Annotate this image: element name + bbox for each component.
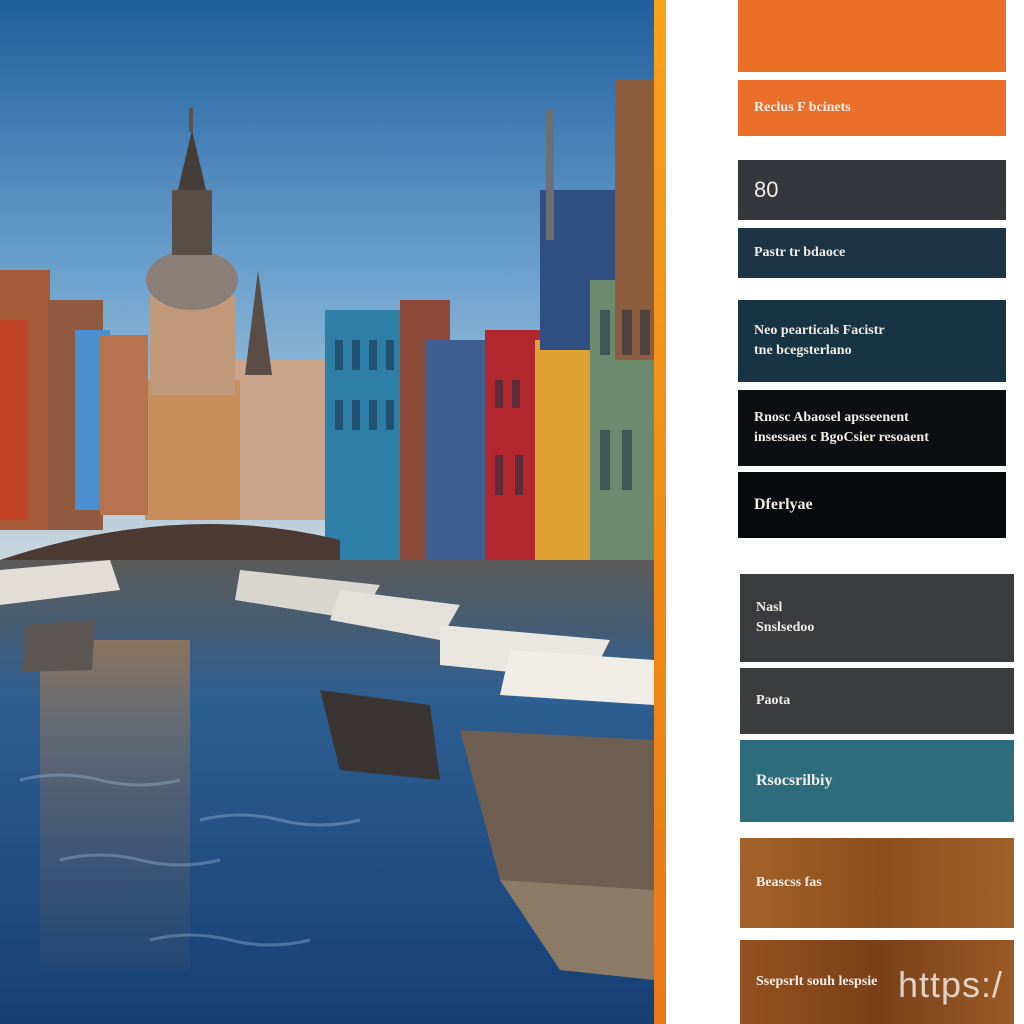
swatch-1	[738, 0, 1006, 72]
swatch-8-line-2: Snslsedoo	[756, 620, 815, 635]
swatch-5-line-1: Neo pearticals Facistr	[754, 322, 885, 338]
swatch-2: Reclus F bcinets	[738, 80, 1006, 136]
swatch-5-line-2: tne bcegsterlano	[754, 343, 852, 358]
swatch-4: Pastr tr bdaoce	[738, 228, 1006, 278]
swatch-2-label: Reclus F bcinets	[754, 99, 851, 115]
swatch-3-label: 80	[754, 177, 779, 203]
swatch-10-label: Rsocsrilbiy	[756, 772, 833, 790]
swatch-9-label: Paota	[756, 692, 791, 708]
swatch-3: 80	[738, 160, 1006, 220]
swatch-5: Neo pearticals Facistr tne bcegsterlano	[738, 300, 1006, 382]
watermark-text: https:/	[898, 964, 1004, 1005]
swatch-8: Nasl Snslsedoo	[740, 574, 1014, 662]
swatch-11: Beascss fas	[740, 838, 1014, 928]
city-canal-photo	[0, 0, 654, 1024]
swatch-7-label: Dferlyae	[754, 496, 813, 514]
swatch-8-line-1: Nasl	[756, 599, 783, 615]
swatch-11-label: Beascss fas	[756, 874, 822, 890]
accent-divider	[654, 0, 666, 1024]
swatch-9: Paota	[740, 668, 1014, 734]
swatch-4-label: Pastr tr bdaoce	[754, 244, 846, 260]
swatch-10: Rsocsrilbiy	[740, 740, 1014, 822]
swatch-6-line-1: Rnosc Abaosel apsseenent	[754, 409, 909, 425]
color-palette-panel: Reclus F bcinets 80 Pastr tr bdaoce Neo …	[666, 0, 1024, 1024]
swatch-6: Rnosc Abaosel apsseenent insessaes c Bgo…	[738, 390, 1006, 466]
swatch-7: Dferlyae	[738, 472, 1006, 538]
swatch-6-line-2: insessaes c BgoCsier resoaent	[754, 430, 929, 445]
